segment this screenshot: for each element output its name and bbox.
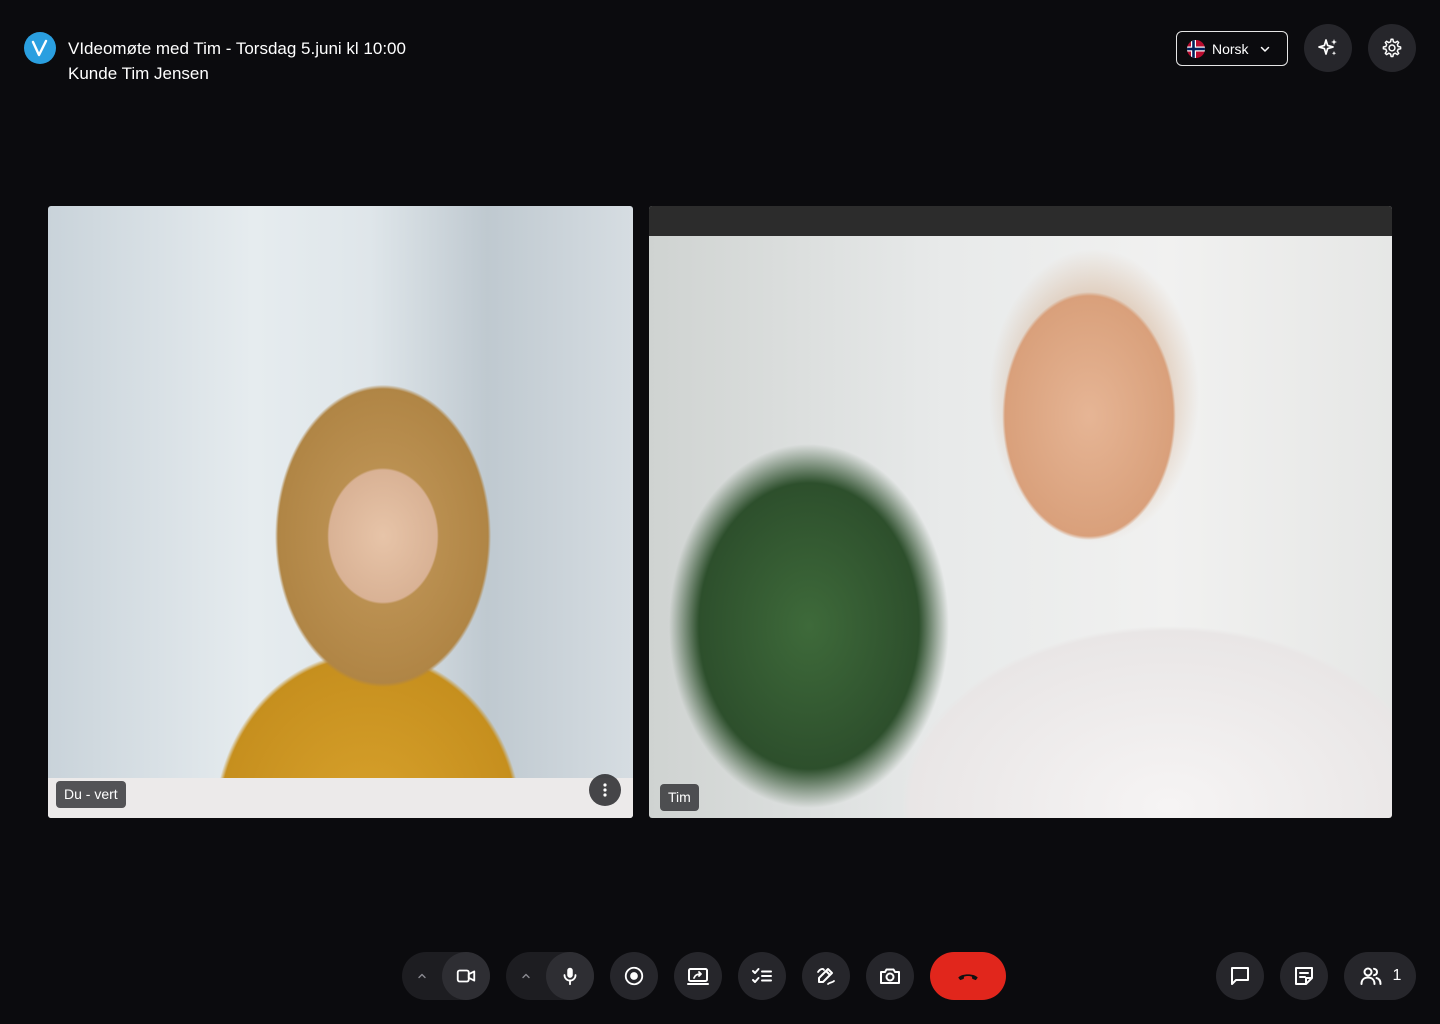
language-label: Norsk — [1212, 40, 1249, 57]
camera-snapshot-icon — [880, 968, 900, 984]
share-screen-button[interactable] — [674, 952, 722, 1000]
host-name-tag: Du - vert — [56, 781, 126, 808]
app-logo-icon — [31, 39, 48, 57]
ai-assistant-button[interactable] — [1304, 24, 1352, 72]
more-vertical-icon — [603, 783, 607, 797]
microphone-toggle-button[interactable] — [546, 952, 594, 1000]
notes-icon — [1295, 967, 1313, 985]
meeting-title: VIdeomøte med Tim - Torsdag 5.juni kl 10… — [68, 39, 406, 58]
camera-options-button[interactable] — [402, 952, 442, 1000]
record-icon — [624, 966, 644, 986]
meeting-info: VIdeomøte med Tim - Torsdag 5.juni kl 10… — [68, 38, 406, 85]
meeting-subtitle: Kunde Tim Jensen — [68, 64, 209, 83]
hang-up-button[interactable] — [930, 952, 1006, 1000]
chevron-down-icon — [1259, 43, 1271, 55]
tile-menu-button[interactable] — [589, 774, 621, 806]
app-logo — [24, 32, 56, 64]
settings-button[interactable] — [1368, 24, 1416, 72]
host-video-tile: Du - vert — [48, 206, 633, 818]
camera-toggle-button[interactable] — [442, 952, 490, 1000]
guest-video-tile: Tim — [649, 206, 1392, 818]
hang-up-icon — [958, 974, 978, 981]
record-button[interactable] — [610, 952, 658, 1000]
participants-count: 1 — [1392, 967, 1402, 984]
sign-icon — [817, 968, 835, 985]
microphone-control-group — [506, 952, 594, 1000]
notes-button[interactable] — [1280, 952, 1328, 1000]
chevron-up-icon — [522, 973, 530, 979]
video-camera-icon — [456, 969, 476, 983]
microphone-options-button[interactable] — [506, 952, 546, 1000]
participants-button[interactable]: 1 — [1344, 952, 1416, 1000]
share-screen-icon — [687, 968, 709, 985]
language-select[interactable]: Norsk — [1176, 31, 1288, 66]
checklist-button[interactable] — [738, 952, 786, 1000]
checklist-icon — [752, 968, 772, 983]
snapshot-button[interactable] — [866, 952, 914, 1000]
norway-flag-icon — [1187, 39, 1205, 58]
microphone-icon — [563, 967, 577, 986]
participants-icon — [1360, 967, 1382, 985]
sign-button[interactable] — [802, 952, 850, 1000]
chat-icon — [1231, 967, 1249, 985]
chat-button[interactable] — [1216, 952, 1264, 1000]
settings-icon — [1382, 38, 1402, 58]
chevron-up-icon — [418, 973, 426, 979]
ai-sparkle-icon — [1318, 39, 1337, 56]
guest-name-tag: Tim — [660, 784, 699, 811]
camera-control-group — [402, 952, 490, 1000]
